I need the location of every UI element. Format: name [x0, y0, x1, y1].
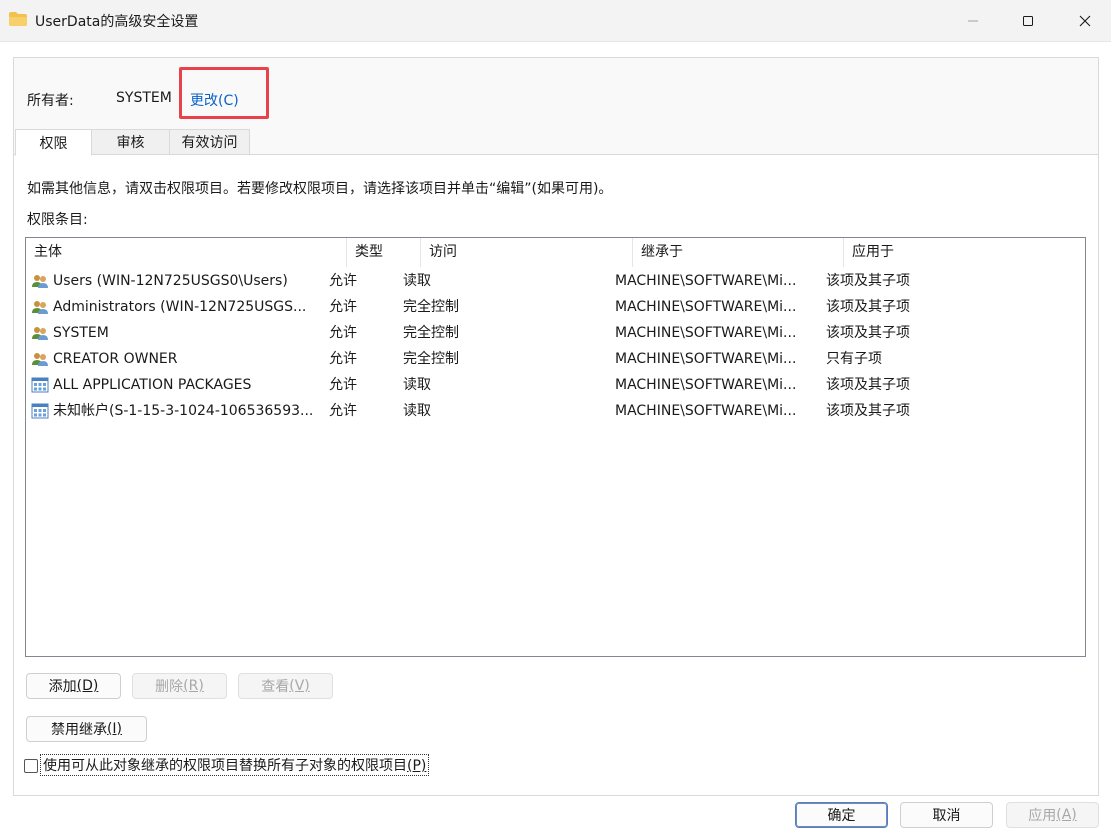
minimize-button[interactable] [950, 0, 996, 42]
row-access: 读取 [403, 403, 431, 419]
tab-permissions[interactable]: 权限 [15, 129, 92, 156]
row-access: 完全控制 [403, 351, 459, 367]
row-principal: Users (WIN-12N725USGS0\Users) [53, 273, 288, 289]
row-inherited-from: MACHINE\SOFTWARE\Mi... [615, 299, 797, 315]
ok-button-label: 确定 [827, 808, 856, 824]
row-applies-to: 该项及其子项 [826, 299, 910, 315]
row-principal: CREATOR OWNER [53, 351, 178, 367]
tab-auditing[interactable]: 审核 [92, 129, 170, 155]
title-bar: UserData的高级安全设置 [0, 0, 1111, 42]
row-principal: Administrators (WIN-12N725USGS... [53, 299, 307, 315]
add-button[interactable]: 添加 (D) [26, 673, 121, 699]
folder-icon [9, 12, 27, 26]
column-header-applies-to[interactable]: 应用于 [844, 238, 1085, 267]
owner-value: SYSTEM [116, 90, 172, 106]
row-access: 读取 [403, 273, 431, 289]
row-access: 完全控制 [403, 325, 459, 341]
owner-label: 所有者: [27, 93, 74, 109]
users-group-icon [32, 353, 48, 366]
highlight-box [179, 67, 269, 119]
row-access: 完全控制 [403, 299, 459, 315]
row-inherited-from: MACHINE\SOFTWARE\Mi... [615, 377, 797, 393]
row-inherited-from: MACHINE\SOFTWARE\Mi... [615, 325, 797, 341]
users-group-icon [32, 327, 48, 340]
minimize-icon [968, 20, 978, 22]
row-inherited-from: MACHINE\SOFTWARE\Mi... [615, 273, 797, 289]
row-inherited-from: MACHINE\SOFTWARE\Mi... [615, 351, 797, 367]
add-button-key: (D) [76, 678, 99, 694]
table-row[interactable]: 未知帐户(S-1-15-3-1024-106536593... 允许 读取 MA… [26, 398, 1085, 424]
table-row[interactable]: SYSTEM 允许 完全控制 MACHINE\SOFTWARE\Mi... 该项… [26, 320, 1085, 346]
close-icon [1079, 15, 1091, 27]
tab-auditing-label: 审核 [116, 135, 145, 151]
remove-button-key: (R) [183, 678, 204, 694]
users-group-icon [32, 301, 48, 314]
remove-button-label: 删除 [155, 679, 184, 695]
replace-label-key: (P) [407, 758, 427, 774]
tab-effective-access[interactable]: 有效访问 [170, 129, 250, 155]
remove-button[interactable]: 删除 (R) [132, 673, 227, 699]
row-applies-to: 该项及其子项 [826, 273, 910, 289]
view-button-key: (V) [289, 678, 310, 694]
cancel-button[interactable]: 取消 [900, 802, 993, 828]
cancel-button-label: 取消 [932, 808, 961, 824]
row-access: 读取 [403, 377, 431, 393]
row-principal: SYSTEM [53, 325, 109, 341]
permission-entries-label: 权限条目: [27, 212, 88, 228]
row-type: 允许 [329, 403, 357, 419]
add-button-label: 添加 [48, 679, 77, 695]
disable-inheritance-button[interactable]: 禁用继承 (I) [26, 716, 147, 742]
replace-child-permissions-label[interactable]: 使用可从此对象继承的权限项目替换所有子对象的权限项目(P) [39, 754, 430, 776]
row-applies-to: 该项及其子项 [826, 403, 910, 419]
maximize-button[interactable] [1005, 0, 1051, 42]
row-type: 允许 [329, 273, 357, 289]
row-principal: 未知帐户(S-1-15-3-1024-106536593... [53, 403, 314, 419]
column-header-inherited-from[interactable]: 继承于 [633, 238, 844, 267]
column-header-type[interactable]: 类型 [347, 238, 421, 267]
disable-inheritance-label: 禁用继承 [50, 722, 107, 738]
row-principal: ALL APPLICATION PACKAGES [53, 377, 252, 393]
table-row[interactable]: CREATOR OWNER 允许 完全控制 MACHINE\SOFTWARE\M… [26, 346, 1085, 372]
column-header-principal[interactable]: 主体 [26, 238, 347, 267]
package-icon [31, 377, 49, 393]
table-row[interactable]: ALL APPLICATION PACKAGES 允许 读取 MACHINE\S… [26, 372, 1085, 398]
row-type: 允许 [329, 377, 357, 393]
table-row[interactable]: Users (WIN-12N725USGS0\Users) 允许 读取 MACH… [26, 268, 1085, 294]
info-text: 如需其他信息，请双击权限项目。若要修改权限项目，请选择该项目并单击“编辑”(如果… [27, 181, 613, 197]
replace-child-permissions-checkbox[interactable] [24, 759, 38, 773]
table-row[interactable]: Administrators (WIN-12N725USGS... 允许 完全控… [26, 294, 1085, 320]
window-title: UserData的高级安全设置 [35, 14, 199, 30]
tab-permissions-label: 权限 [39, 135, 68, 152]
apply-button[interactable]: 应用 (A) [1006, 802, 1099, 828]
ok-button[interactable]: 确定 [795, 802, 888, 828]
row-applies-to: 只有子项 [826, 351, 882, 367]
permission-entries-list[interactable]: 主体 类型 访问 继承于 应用于 Users (WIN-12N725USGS0\… [25, 237, 1086, 657]
view-button[interactable]: 查看 (V) [238, 673, 333, 699]
row-type: 允许 [329, 325, 357, 341]
row-type: 允许 [329, 299, 357, 315]
replace-label-text: 使用可从此对象继承的权限项目替换所有子对象的权限项目 [43, 758, 407, 774]
close-button[interactable] [1062, 0, 1108, 42]
row-applies-to: 该项及其子项 [826, 325, 910, 341]
view-button-label: 查看 [261, 679, 290, 695]
column-header-access[interactable]: 访问 [421, 238, 633, 267]
disable-inheritance-key: (I) [106, 721, 123, 737]
tab-effective-access-label: 有效访问 [181, 135, 238, 151]
maximize-icon [1023, 16, 1033, 26]
package-icon [31, 403, 49, 419]
row-applies-to: 该项及其子项 [826, 377, 910, 393]
row-inherited-from: MACHINE\SOFTWARE\Mi... [615, 403, 797, 419]
row-type: 允许 [329, 351, 357, 367]
apply-button-key: (A) [1056, 807, 1077, 823]
users-group-icon [32, 275, 48, 288]
list-header: 主体 类型 访问 继承于 应用于 [26, 238, 1085, 267]
apply-button-label: 应用 [1028, 808, 1057, 824]
